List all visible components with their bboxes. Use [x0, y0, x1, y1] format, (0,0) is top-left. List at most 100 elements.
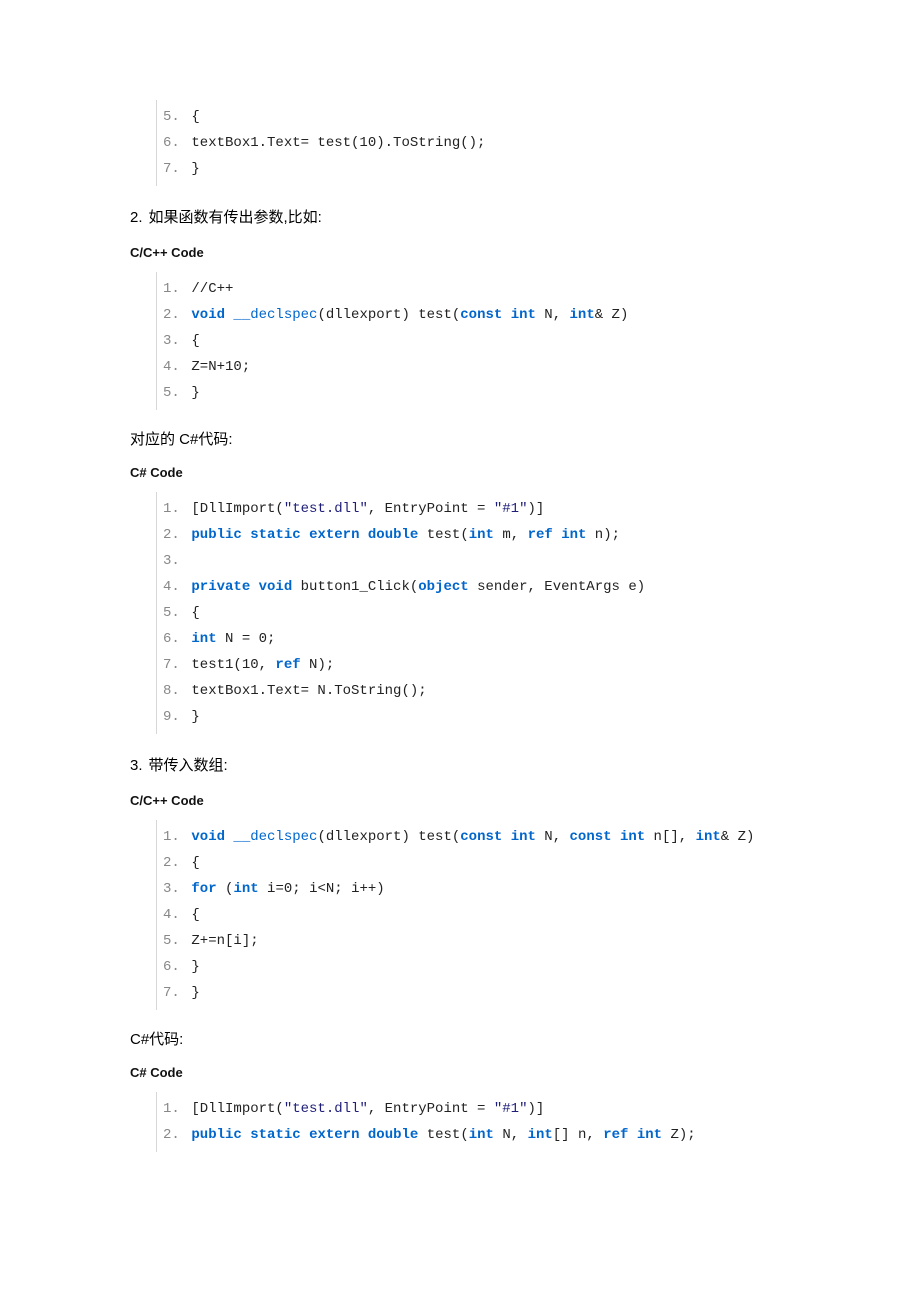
code-token	[628, 1127, 636, 1143]
code-token: ref	[528, 527, 553, 543]
code-token: {	[191, 333, 199, 349]
code-token: __declspec	[233, 829, 317, 845]
code-token: //C++	[191, 281, 233, 297]
code-line: 1. void __declspec(dllexport) test(const…	[163, 824, 790, 850]
code-line: 6. textBox1.Text= test(10).ToString();	[163, 130, 790, 156]
line-number: 4.	[163, 902, 183, 928]
code-token: object	[418, 579, 468, 595]
code-token: int	[469, 527, 494, 543]
code-token: public	[191, 1127, 241, 1143]
document-page: 5. {6. textBox1.Text= test(10).ToString(…	[0, 0, 920, 1302]
heading-text: 带传入数组:	[149, 757, 228, 774]
code-block-4: 1. void __declspec(dllexport) test(const…	[156, 820, 790, 1010]
code-token: m,	[494, 527, 528, 543]
code-token: void	[191, 307, 225, 323]
code-line: 5. {	[163, 600, 790, 626]
code-token: const	[570, 829, 612, 845]
code-token	[242, 527, 250, 543]
code-token	[612, 829, 620, 845]
code-token: , EntryPoint =	[368, 1101, 494, 1117]
code-token: N,	[536, 829, 570, 845]
line-number: 9.	[163, 704, 183, 730]
code-token: (	[217, 881, 234, 897]
code-token: void	[191, 829, 225, 845]
code-block-3: 1. [DllImport("test.dll", EntryPoint = "…	[156, 492, 790, 734]
code-token: test1(10,	[191, 657, 275, 673]
code-line: 7. }	[163, 980, 790, 1006]
line-number: 5.	[163, 600, 183, 626]
section-heading-2: 2. 如果函数有传出参数,比如:	[130, 206, 790, 227]
code-token: int	[570, 307, 595, 323]
code-token: , EntryPoint =	[368, 501, 494, 517]
code-token: N);	[301, 657, 335, 673]
code-token: "#1"	[494, 1101, 528, 1117]
code-token: int	[637, 1127, 662, 1143]
code-block-1: 5. {6. textBox1.Text= test(10).ToString(…	[156, 100, 790, 186]
code-line: 5. {	[163, 104, 790, 130]
paragraph-1: 对应的 C#代码:	[130, 428, 790, 449]
code-token: int	[469, 1127, 494, 1143]
code-token: private	[191, 579, 250, 595]
code-block-2: 1. //C++2. void __declspec(dllexport) te…	[156, 272, 790, 410]
code-token: {	[191, 855, 199, 871]
code-token: {	[191, 109, 199, 125]
code-label-cpp-2: C/C++ Code	[130, 793, 790, 808]
line-number: 4.	[163, 354, 183, 380]
heading-text: 如果函数有传出参数,比如:	[149, 209, 322, 226]
line-number: 6.	[163, 954, 183, 980]
code-token: Z+=n[i];	[191, 933, 258, 949]
line-number: 7.	[163, 652, 183, 678]
code-token: button1_Click(	[292, 579, 418, 595]
code-token	[250, 579, 258, 595]
line-number: 3.	[163, 876, 183, 902]
code-token: int	[191, 631, 216, 647]
code-label-cs-2: C# Code	[130, 1065, 790, 1080]
code-token: test(	[418, 1127, 468, 1143]
heading-number: 2.	[130, 209, 143, 226]
code-token: "test.dll"	[284, 1101, 368, 1117]
code-token: extern	[309, 527, 359, 543]
code-token	[502, 307, 510, 323]
code-token: public	[191, 527, 241, 543]
line-number: 8.	[163, 678, 183, 704]
code-line: 3. for (int i=0; i<N; i++)	[163, 876, 790, 902]
code-token: )]	[527, 1101, 544, 1117]
code-token: }	[191, 709, 199, 725]
code-token: int	[511, 307, 536, 323]
line-number: 1.	[163, 1096, 183, 1122]
code-token	[242, 1127, 250, 1143]
code-label-cpp-1: C/C++ Code	[130, 245, 790, 260]
section-heading-3: 3. 带传入数组:	[130, 754, 790, 775]
code-token: void	[259, 579, 293, 595]
code-token: N = 0;	[217, 631, 276, 647]
line-number: 1.	[163, 824, 183, 850]
code-token	[502, 829, 510, 845]
code-token: static	[250, 1127, 300, 1143]
paragraph-2: C#代码:	[130, 1028, 790, 1049]
code-token: ref	[275, 657, 300, 673]
code-token: }	[191, 959, 199, 975]
line-number: 4.	[163, 574, 183, 600]
code-line: 7. test1(10, ref N);	[163, 652, 790, 678]
code-line: 4. {	[163, 902, 790, 928]
code-line: 5. }	[163, 380, 790, 406]
code-token: "test.dll"	[284, 501, 368, 517]
code-token: test(	[418, 527, 468, 543]
code-token: int	[620, 829, 645, 845]
code-token: const	[460, 829, 502, 845]
line-number: 1.	[163, 276, 183, 302]
code-token: )]	[527, 501, 544, 517]
code-line: 4. Z=N+10;	[163, 354, 790, 380]
code-line: 1. [DllImport("test.dll", EntryPoint = "…	[163, 1096, 790, 1122]
code-token: [DllImport(	[191, 1101, 283, 1117]
code-token: {	[191, 907, 199, 923]
code-token: for	[191, 881, 216, 897]
code-token: n[],	[645, 829, 695, 845]
code-token: static	[250, 527, 300, 543]
code-token: Z);	[662, 1127, 696, 1143]
code-token: "#1"	[494, 501, 528, 517]
code-line: 2. {	[163, 850, 790, 876]
code-token: N,	[494, 1127, 528, 1143]
line-number: 2.	[163, 522, 183, 548]
heading-number: 3.	[130, 757, 143, 774]
